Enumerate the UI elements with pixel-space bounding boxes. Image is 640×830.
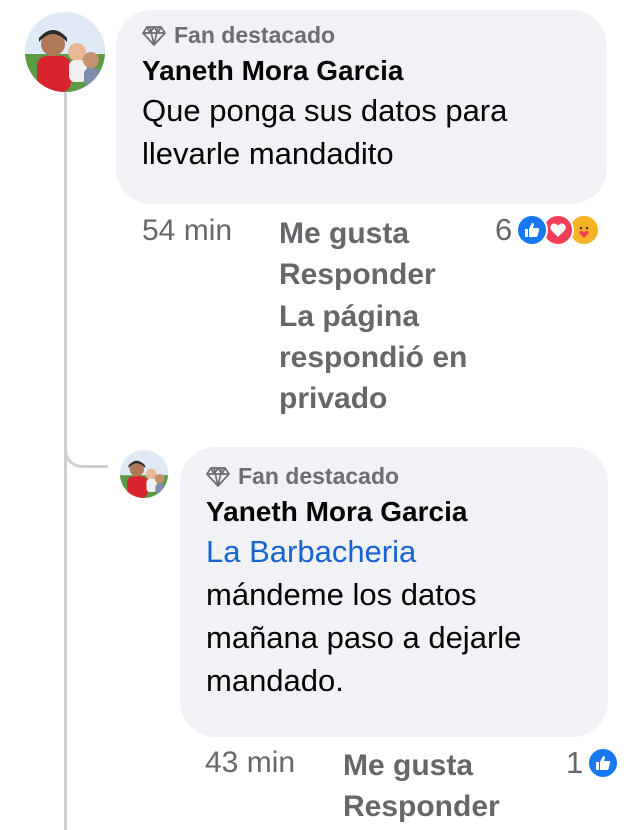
top-fan-badge: Fan destacado [206,463,584,490]
top-fan-badge: Fan destacado [142,22,581,49]
comment-author[interactable]: Yaneth Mora Garcia [142,55,581,87]
diamond-icon [142,25,166,46]
avatar-photo-icon [120,450,168,498]
status-line: La página [279,300,420,333]
reaction-summary[interactable]: 1 [566,745,620,781]
like-button[interactable]: Me gusta [279,213,409,254]
comment-timestamp[interactable]: 43 min [205,746,295,780]
like-button[interactable]: Me gusta [343,745,473,786]
status-line: privado [279,382,388,415]
avatar[interactable] [120,450,168,498]
avatar-photo-icon [25,12,105,92]
reaction-count: 1 [566,745,584,780]
comment-text-line: mandado. [206,663,344,698]
avatar[interactable] [25,12,105,92]
comment-author[interactable]: Yaneth Mora Garcia [206,496,584,528]
comment-text-line: llevarle mandadito [142,136,394,171]
reaction-count: 6 [495,212,513,247]
comment-bubble: Fan destacado Yaneth Mora Garcia La Barb… [180,447,608,737]
like-icon [587,747,620,779]
comment-text: Que ponga sus datos para llevarle mandad… [142,89,581,175]
status-line: respondió en [279,341,468,374]
comment-bubble: Fan destacado Yaneth Mora Garcia Que pon… [116,10,607,204]
badge-label: Fan destacado [238,463,400,489]
comment-timestamp[interactable]: 54 min [142,214,232,248]
comment-text-line: mañana paso a dejarle [206,620,522,655]
comment-text: La Barbacheria mándeme los datos mañana … [206,530,584,702]
diamond-icon [206,466,230,487]
page-mention-link[interactable]: La Barbacheria [206,530,584,573]
reply-button[interactable]: Responder [279,254,436,295]
like-icon [516,214,549,246]
reply-button[interactable]: Responder [343,786,500,827]
comment-text-line: mándeme los datos [206,577,477,612]
reaction-summary[interactable]: 6 [495,212,601,248]
thread-branch [64,420,108,468]
badge-label: Fan destacado [174,22,336,48]
page-private-reply-status: La página respondió en privado [279,296,467,419]
comment-text-line: Que ponga sus datos para [142,93,508,128]
